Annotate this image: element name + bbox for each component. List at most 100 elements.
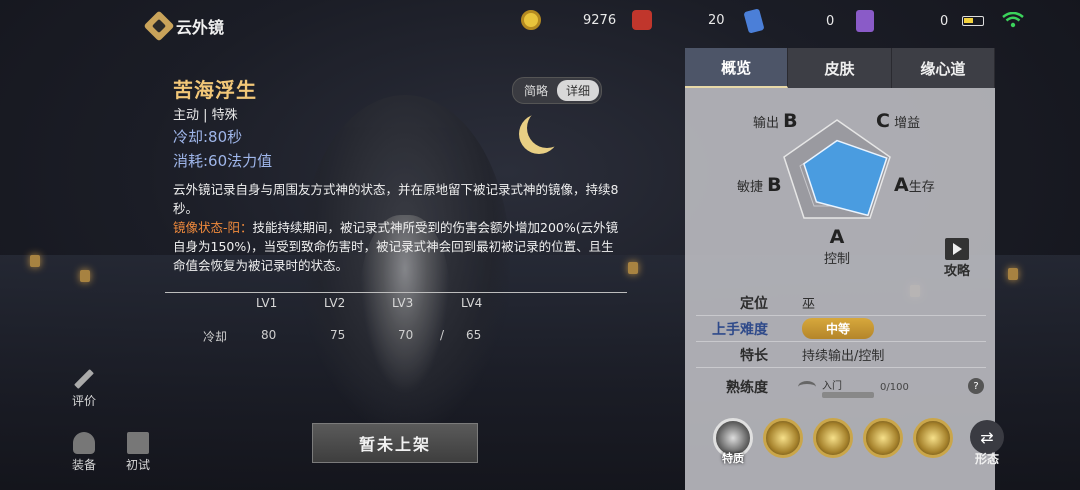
radar-survival-label: 生存 xyxy=(908,180,935,195)
radar-control: A 控制 xyxy=(824,226,850,267)
diamond-logo-icon xyxy=(143,10,175,42)
radar-survival-grade: A xyxy=(894,174,909,196)
form-label: 形态 xyxy=(974,452,999,466)
radar-agility: 敏捷 B xyxy=(737,174,782,196)
cooldown-value-lv3: 70 xyxy=(398,328,414,342)
jade-counter[interactable]: 20 xyxy=(632,10,725,30)
mirror-state-label: 镜像状态-阳： xyxy=(173,220,253,235)
specialty-label: 特长 xyxy=(740,347,768,364)
cooldown-value-lv2: 75 xyxy=(330,328,346,342)
jade-amount: 20 xyxy=(708,12,725,28)
position-label: 定位 xyxy=(740,295,768,312)
level-header-3: LV3 xyxy=(392,296,414,310)
divider xyxy=(165,292,627,293)
radar-output-label: 输出 xyxy=(753,116,780,131)
skill-icon-1[interactable] xyxy=(763,418,803,458)
card-counter[interactable]: 0 xyxy=(856,10,948,32)
coin-icon xyxy=(521,10,541,30)
trial-button[interactable]: 初试 xyxy=(126,432,150,473)
specialty-value: 持续输出/控制 xyxy=(802,349,885,364)
skill-icon-list xyxy=(713,418,953,458)
skill-name: 苦海浮生 xyxy=(173,78,257,102)
guide-button[interactable]: 攻略 xyxy=(944,238,970,279)
level-header-2: LV2 xyxy=(324,296,346,310)
radar-control-label: 控制 xyxy=(824,252,851,267)
proficiency-wings-icon xyxy=(798,381,816,393)
radar-support-grade: C xyxy=(876,110,890,132)
lantern-decoration xyxy=(30,255,40,267)
proficiency-bar xyxy=(822,391,874,398)
lantern-decoration xyxy=(1008,268,1018,280)
equip-button[interactable]: 装备 xyxy=(72,432,96,473)
help-icon[interactable]: ? xyxy=(968,378,984,394)
pen-icon xyxy=(74,369,94,389)
skill-description-part1: 云外镜记录自身与周围友方式神的状态，并在原地留下被记录式神的镜像，持续8秒。 xyxy=(173,182,619,216)
review-label: 评价 xyxy=(72,394,97,408)
jade-add-icon xyxy=(632,10,652,30)
skill-icon-4[interactable] xyxy=(913,418,953,458)
app-title-text: 云外镜 xyxy=(176,18,225,37)
trait-label: 特质 xyxy=(722,452,744,465)
card-amount: 0 xyxy=(940,13,949,29)
radar-survival: A生存 xyxy=(894,174,935,196)
difficulty-badge: 中等 xyxy=(802,318,875,339)
skill-cooldown: 冷却:80秒 xyxy=(173,128,243,146)
tab-skins[interactable]: 皮肤 xyxy=(788,48,892,88)
tab-bar: 概览 皮肤 缘心道 xyxy=(685,48,995,88)
radar-agility-label: 敏捷 xyxy=(737,180,764,195)
position-row: 定位 巫 xyxy=(696,290,986,316)
not-listed-button[interactable]: 暂未上架 xyxy=(312,423,478,463)
position-value: 巫 xyxy=(802,297,816,312)
app-title: 云外镜 xyxy=(143,10,225,42)
coin-counter[interactable]: 9276 xyxy=(521,10,616,30)
cooldown-value-lv1: 80 xyxy=(261,328,277,342)
proficiency-label: 熟练度 xyxy=(726,380,768,396)
card-icon xyxy=(856,10,874,32)
brief-mode-button[interactable]: 简略 xyxy=(515,80,557,101)
skill-description: 云外镜记录自身与周围友方式神的状态，并在原地留下被记录式神的镜像，持续8秒。 镜… xyxy=(173,180,623,275)
proficiency-progress: 入门 0/100 xyxy=(798,377,909,398)
level-header-4: LV4 xyxy=(461,296,483,310)
detail-mode-toggle[interactable]: 简略 详细 xyxy=(512,77,603,104)
helmet-icon xyxy=(73,432,95,454)
skill-icon-2[interactable] xyxy=(813,418,853,458)
proficiency-bar-group: 入门 xyxy=(822,377,874,398)
ticket-counter[interactable]: 0 xyxy=(743,8,835,34)
skill-cost: 消耗:60法力值 xyxy=(173,152,273,170)
detail-mode-button[interactable]: 详细 xyxy=(557,80,600,101)
radar-output-grade: B xyxy=(783,110,798,132)
tab-overview[interactable]: 概览 xyxy=(685,48,789,88)
radar-support-label: 增益 xyxy=(894,116,921,131)
radar-agility-grade: B xyxy=(767,174,782,196)
swap-arrows-icon: ⇄ xyxy=(970,420,1004,454)
review-button[interactable]: 评价 xyxy=(72,368,96,409)
tab-bond-path[interactable]: 缘心道 xyxy=(891,48,995,88)
difficulty-label: 上手难度 xyxy=(712,321,768,338)
specialty-row: 特长 持续输出/控制 xyxy=(696,342,986,368)
lantern-decoration xyxy=(628,262,638,274)
radar-support: C 增益 xyxy=(876,110,920,132)
proficiency-count: 0/100 xyxy=(880,381,909,393)
coin-amount: 9276 xyxy=(583,12,617,28)
cooldown-value-lv4: 65 xyxy=(466,328,482,342)
ticket-icon xyxy=(743,8,765,34)
skill-type: 主动 | 特殊 xyxy=(173,108,238,123)
skill-icon-3[interactable] xyxy=(863,418,903,458)
guide-label: 攻略 xyxy=(944,264,971,279)
gamepad-icon xyxy=(127,432,149,454)
radar-output: 输出 B xyxy=(753,110,798,132)
proficiency-level: 入门 xyxy=(822,380,842,392)
battery-icon xyxy=(962,16,984,26)
ticket-amount: 0 xyxy=(826,13,835,29)
guide-book-icon xyxy=(945,238,969,260)
proficiency-row: 熟练度 入门 0/100 xyxy=(696,374,986,400)
wifi-icon xyxy=(1002,12,1024,28)
cooldown-separator: / xyxy=(440,328,445,342)
lantern-decoration xyxy=(80,270,90,282)
top-bar: 云外镜 9276 20 0 0 xyxy=(0,6,1080,42)
equip-label: 装备 xyxy=(72,458,97,472)
level-header-1: LV1 xyxy=(256,296,278,310)
moon-decoration xyxy=(527,108,567,148)
form-switch-button[interactable]: ⇄ 形态 xyxy=(970,420,1004,467)
difficulty-row: 上手难度 中等 xyxy=(696,316,986,342)
